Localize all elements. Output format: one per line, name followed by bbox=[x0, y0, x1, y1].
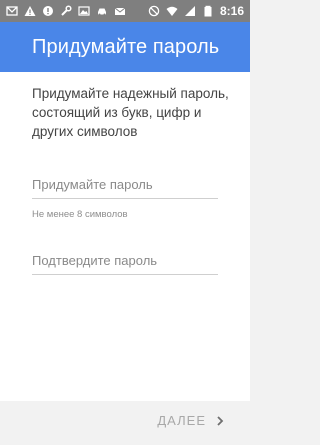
blocked-icon bbox=[148, 5, 160, 17]
gmail-icon bbox=[6, 5, 18, 17]
status-bar-left bbox=[0, 5, 126, 17]
status-time: 8:16 bbox=[219, 4, 244, 18]
next-button[interactable]: ДАЛЕЕ bbox=[157, 413, 226, 428]
confirm-password-field bbox=[32, 250, 218, 275]
app-bar: Придумайте пароль bbox=[0, 22, 250, 72]
battery-icon bbox=[202, 5, 214, 17]
page-title: Придумайте пароль bbox=[32, 35, 220, 58]
signal-icon bbox=[184, 5, 196, 17]
status-bar: 8:16 bbox=[0, 0, 250, 22]
password-underline bbox=[32, 198, 218, 199]
main-content: Придумайте надежный пароль, состоящий из… bbox=[0, 72, 250, 401]
warning-icon bbox=[24, 5, 36, 17]
next-label: ДАЛЕЕ bbox=[157, 413, 206, 428]
status-bar-right: 8:16 bbox=[148, 4, 250, 18]
password-hint: Не менее 8 символов bbox=[32, 209, 128, 220]
password-field: Не менее 8 символов bbox=[32, 174, 218, 220]
confirm-password-input[interactable] bbox=[32, 250, 218, 270]
notification-icon bbox=[42, 5, 54, 17]
password-input[interactable] bbox=[32, 174, 218, 194]
mail-icon bbox=[114, 5, 126, 17]
description-text: Придумайте надежный пароль, состоящий из… bbox=[32, 86, 229, 139]
wifi-icon bbox=[166, 5, 178, 17]
image-icon bbox=[78, 5, 90, 17]
car-icon bbox=[96, 5, 108, 17]
confirm-underline bbox=[32, 274, 218, 275]
bottom-bar: ДАЛЕЕ bbox=[0, 401, 250, 445]
chevron-right-icon bbox=[214, 415, 226, 427]
wrench-icon bbox=[60, 5, 72, 17]
